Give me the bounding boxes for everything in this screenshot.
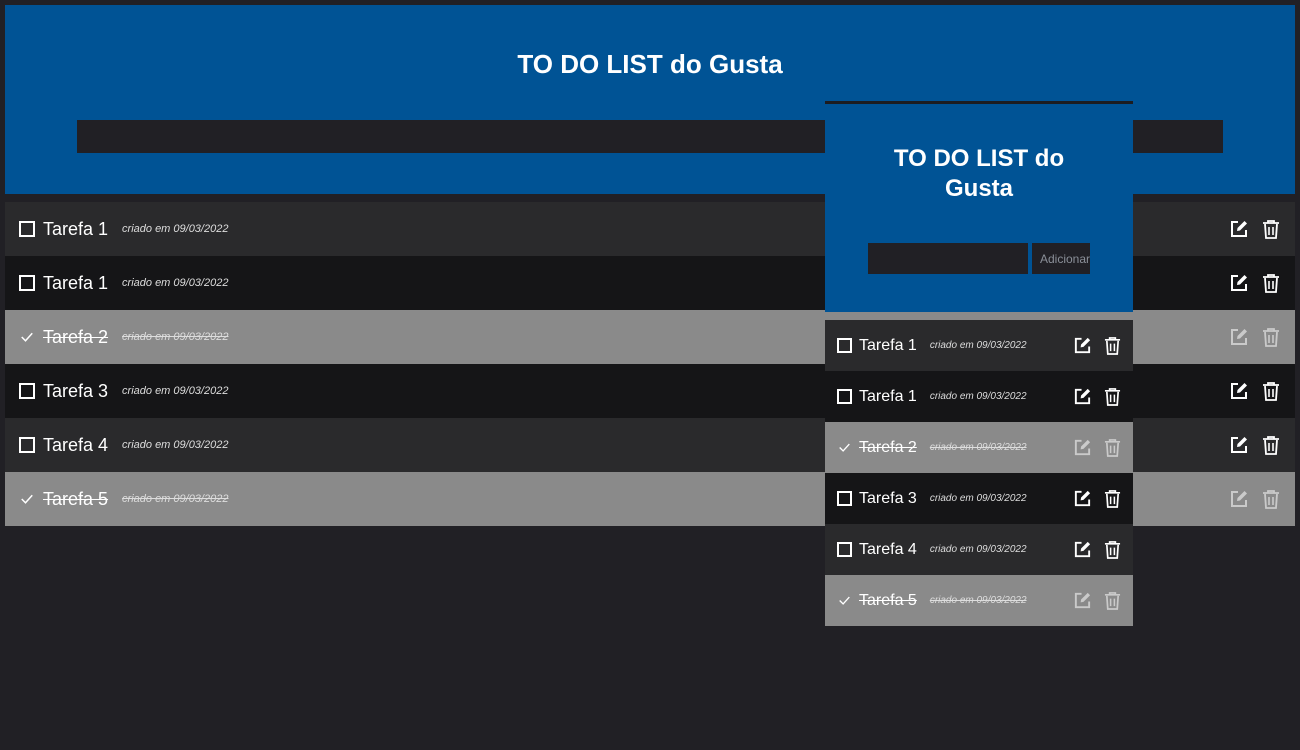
edit-icon[interactable] [1073, 438, 1092, 457]
checkbox-icon[interactable] [19, 437, 35, 453]
checkbox-icon[interactable] [19, 491, 35, 507]
task-date: criado em 09/03/2022 [929, 442, 1027, 453]
mobile-task-list: Tarefa 1 criado em 09/03/2022 Tarefa 1 c… [825, 320, 1133, 626]
task-date: criado em 09/03/2022 [122, 277, 229, 289]
trash-icon[interactable] [1103, 540, 1122, 559]
trash-icon[interactable] [1261, 489, 1281, 509]
checkbox-icon[interactable] [837, 338, 852, 353]
checkbox-icon[interactable] [19, 275, 35, 291]
trash-icon[interactable] [1103, 489, 1122, 508]
task-name: Tarefa 4 [859, 540, 917, 558]
task-name: Tarefa 1 [43, 218, 109, 239]
mobile-app-header: TO DO LIST do Gusta Adicionar [825, 101, 1133, 312]
task-date: criado em 09/03/2022 [929, 493, 1027, 504]
task-row: Tarefa 3 criado em 09/03/2022 [825, 473, 1133, 524]
checkbox-icon[interactable] [837, 593, 852, 608]
task-row: Tarefa 2 criado em 09/03/2022 [825, 422, 1133, 473]
trash-icon[interactable] [1103, 387, 1122, 406]
task-row: Tarefa 1 criado em 09/03/2022 [825, 320, 1133, 371]
edit-icon[interactable] [1229, 273, 1249, 293]
task-name: Tarefa 3 [859, 489, 917, 507]
task-date: criado em 09/03/2022 [122, 493, 229, 505]
edit-icon[interactable] [1073, 387, 1092, 406]
checkbox-icon[interactable] [19, 329, 35, 345]
page-title: TO DO LIST do Gusta [517, 49, 783, 79]
checkbox-icon[interactable] [837, 389, 852, 404]
task-date: criado em 09/03/2022 [929, 544, 1027, 555]
trash-icon[interactable] [1103, 336, 1122, 355]
task-name: Tarefa 5 [859, 591, 917, 609]
edit-icon[interactable] [1073, 336, 1092, 355]
edit-icon[interactable] [1229, 435, 1249, 455]
task-row: Tarefa 5 criado em 09/03/2022 [825, 575, 1133, 626]
checkbox-icon[interactable] [837, 491, 852, 506]
mobile-preview: TO DO LIST do Gusta Adicionar Tarefa 1 c… [825, 101, 1133, 626]
task-date: criado em 09/03/2022 [929, 391, 1027, 402]
task-name: Tarefa 3 [43, 380, 109, 401]
task-date: criado em 09/03/2022 [122, 331, 229, 343]
checkbox-icon[interactable] [837, 440, 852, 455]
task-date: criado em 09/03/2022 [122, 439, 229, 451]
task-name: Tarefa 4 [43, 434, 109, 455]
task-row: Tarefa 4 criado em 09/03/2022 [825, 524, 1133, 575]
add-button[interactable]: Adicionar [1032, 243, 1090, 274]
task-date: criado em 09/03/2022 [122, 223, 229, 235]
checkbox-icon[interactable] [19, 221, 35, 237]
edit-icon[interactable] [1229, 327, 1249, 347]
task-name: Tarefa 1 [859, 336, 917, 354]
task-date: criado em 09/03/2022 [929, 340, 1027, 351]
mobile-task-input[interactable] [868, 243, 1028, 274]
task-row: Tarefa 1 criado em 09/03/2022 [825, 371, 1133, 422]
task-name: Tarefa 2 [859, 438, 917, 456]
trash-icon[interactable] [1261, 273, 1281, 293]
task-name: Tarefa 1 [43, 272, 109, 293]
trash-icon[interactable] [1261, 381, 1281, 401]
task-date: criado em 09/03/2022 [929, 595, 1027, 606]
checkbox-icon[interactable] [837, 542, 852, 557]
trash-icon[interactable] [1103, 591, 1122, 610]
edit-icon[interactable] [1229, 381, 1249, 401]
trash-icon[interactable] [1103, 438, 1122, 457]
checkbox-icon[interactable] [19, 383, 35, 399]
task-name: Tarefa 5 [43, 488, 109, 509]
task-name: Tarefa 2 [43, 326, 109, 347]
mobile-page-title: TO DO LIST do Gusta [893, 145, 1065, 202]
edit-icon[interactable] [1229, 489, 1249, 509]
edit-icon[interactable] [1229, 219, 1249, 239]
trash-icon[interactable] [1261, 327, 1281, 347]
edit-icon[interactable] [1073, 591, 1092, 610]
trash-icon[interactable] [1261, 435, 1281, 455]
task-date: criado em 09/03/2022 [122, 385, 229, 397]
trash-icon[interactable] [1261, 219, 1281, 239]
task-name: Tarefa 1 [859, 387, 917, 405]
edit-icon[interactable] [1073, 489, 1092, 508]
edit-icon[interactable] [1073, 540, 1092, 559]
